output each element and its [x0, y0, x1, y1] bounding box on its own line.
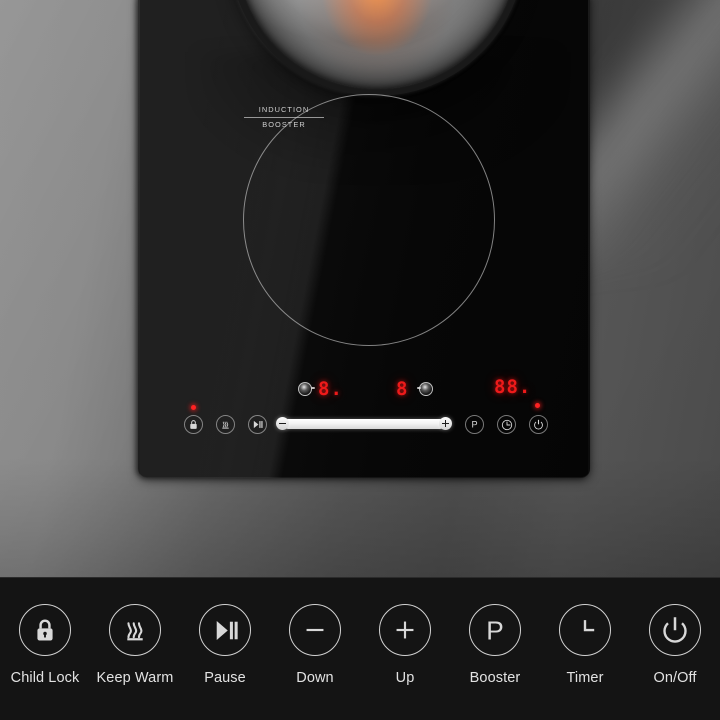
heat-waves-icon [127, 622, 143, 641]
legend-label: Keep Warm [96, 670, 174, 686]
pause-button[interactable] [248, 415, 267, 434]
on-off-button[interactable] [529, 415, 548, 434]
slider-increase-handle[interactable] [439, 417, 452, 430]
timer-legend-circle [559, 604, 611, 656]
play-pause-icon [216, 620, 238, 640]
product-photo-scene: INDUCTION BOOSTER 8. 8 88. P [0, 0, 720, 577]
keep-warm-button[interactable] [216, 415, 235, 434]
legend-label: On/Off [653, 670, 697, 686]
legend-item-pause[interactable]: Pause [180, 578, 270, 686]
timer-button[interactable] [497, 415, 516, 434]
zone-label-line1: INDUCTION [244, 104, 324, 118]
icon-legend-bar: Child Lock Keep Warm Pause Down Up P Boo… [0, 577, 720, 720]
svg-text:P: P [471, 420, 477, 430]
child-lock-button[interactable] [184, 415, 203, 434]
zone-label-line2: BOOSTER [262, 119, 306, 129]
legend-item-booster[interactable]: P Booster [450, 578, 540, 686]
legend-label: Up [395, 670, 415, 686]
legend-item-keep-warm[interactable]: Keep Warm [90, 578, 180, 686]
right-power-display: 8 [396, 378, 409, 400]
slider-track[interactable] [283, 418, 445, 429]
legend-item-child-lock[interactable]: Child Lock [0, 578, 90, 686]
induction-booster-zone[interactable] [243, 94, 495, 346]
legend-item-down[interactable]: Down [270, 578, 360, 686]
letter-p-icon: P [486, 615, 504, 645]
induction-cooktop: INDUCTION BOOSTER 8. 8 88. P [138, 0, 590, 478]
letter-p-icon: P [471, 420, 477, 430]
up-legend-circle [379, 604, 431, 656]
legend-label: Pause [204, 670, 246, 686]
right-zone-pot-icon [416, 382, 433, 396]
left-power-display: 8. [318, 378, 343, 400]
plus-circle-icon [396, 621, 414, 639]
keep-warm-legend-circle [109, 604, 161, 656]
on-off-legend-circle [649, 604, 701, 656]
legend-label: Down [296, 670, 334, 686]
power-icon [534, 419, 543, 430]
minus-circle-icon [306, 628, 324, 632]
heat-waves-icon [222, 421, 229, 429]
clock-icon [501, 419, 512, 430]
booster-button[interactable]: P [465, 415, 484, 434]
power-level-slider[interactable] [276, 417, 452, 430]
pot-rim [229, 0, 525, 96]
slider-decrease-handle[interactable] [276, 417, 289, 430]
power-led [535, 403, 540, 408]
left-zone-pot-icon [298, 382, 315, 396]
legend-label: Child Lock [10, 670, 80, 686]
child-lock-led [191, 405, 196, 410]
cooking-pot [229, 0, 525, 96]
clock-icon [583, 620, 595, 632]
legend-label: Timer [566, 670, 604, 686]
lock-icon [37, 619, 53, 641]
svg-text:P: P [486, 615, 504, 645]
legend-item-timer[interactable]: Timer [540, 578, 630, 686]
down-legend-circle [289, 604, 341, 656]
play-pause-icon [253, 420, 263, 429]
legend-label: Booster [469, 670, 521, 686]
legend-item-on-off[interactable]: On/Off [630, 578, 720, 686]
legend-item-up[interactable]: Up [360, 578, 450, 686]
induction-booster-label: INDUCTION BOOSTER [244, 104, 324, 131]
control-panel: 8. 8 88. P [138, 372, 590, 442]
timer-display: 88. [494, 376, 532, 398]
lock-icon [190, 420, 197, 429]
power-icon [663, 617, 687, 643]
booster-legend-circle: P [469, 604, 521, 656]
child-lock-legend-circle [19, 604, 71, 656]
pause-legend-circle [199, 604, 251, 656]
